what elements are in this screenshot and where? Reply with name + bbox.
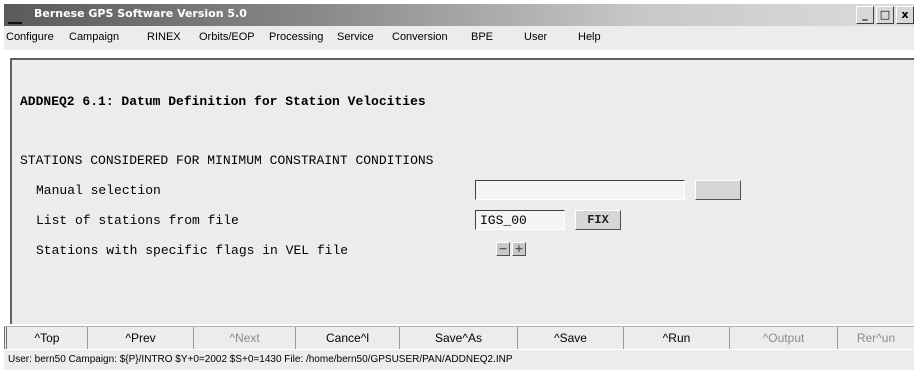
input-panel: ADDNEQ2 6.1: Datum Definition for Statio…: [10, 58, 914, 324]
next-button[interactable]: ^Next: [194, 327, 296, 349]
title-bar: Bernese GPS Software Version 5.0 _ □ x: [4, 4, 914, 26]
save-button[interactable]: ^Save: [518, 327, 624, 349]
cancel-button[interactable]: Cance^l: [296, 327, 400, 349]
minimize-button[interactable]: _: [856, 6, 874, 24]
manual-selection-label: Manual selection: [36, 183, 161, 198]
save-as-button[interactable]: Save^As: [400, 327, 518, 349]
fix-button[interactable]: FIX: [575, 210, 621, 230]
navigation-bar: ^Top ^Prev ^Next Cance^l Save^As ^Save ^…: [4, 326, 914, 349]
output-button[interactable]: ^Output: [730, 327, 838, 349]
vel-flags-label: Stations with specific flags in VEL file: [36, 243, 349, 258]
add-row-icon[interactable]: +: [512, 242, 526, 256]
manual-selection-field[interactable]: [475, 180, 685, 200]
menu-user[interactable]: User: [524, 31, 547, 43]
remove-row-icon[interactable]: −: [496, 242, 510, 256]
menu-orbits-eop[interactable]: Orbits/EOP: [199, 31, 255, 43]
menu-campaign[interactable]: Campaign: [69, 31, 119, 43]
station-file-value: IGS_00: [480, 213, 527, 228]
prev-button[interactable]: ^Prev: [88, 327, 194, 349]
section-title: STATIONS CONSIDERED FOR MINIMUM CONSTRAI…: [20, 153, 434, 168]
station-file-field[interactable]: IGS_00: [475, 210, 565, 230]
menu-help[interactable]: Help: [578, 31, 601, 43]
status-bar: User: bern50 Campaign: ${P}/INTRO $Y+0=2…: [4, 350, 914, 370]
menu-rinex[interactable]: RINEX: [147, 31, 181, 43]
maximize-button[interactable]: □: [876, 6, 894, 24]
window-controls: _ □ x: [856, 6, 914, 24]
menu-service[interactable]: Service: [337, 31, 374, 43]
close-button[interactable]: x: [896, 6, 914, 24]
rerun-button[interactable]: Rer^un: [838, 327, 914, 349]
run-button[interactable]: ^Run: [624, 327, 730, 349]
menu-configure[interactable]: Configure: [6, 31, 54, 43]
menu-bar: Configure Campaign RINEX Orbits/EOP Proc…: [4, 26, 914, 50]
app-icon: [8, 8, 22, 24]
menu-processing[interactable]: Processing: [269, 31, 323, 43]
top-button[interactable]: ^Top: [4, 327, 88, 349]
manual-selection-browse-button[interactable]: [695, 180, 741, 200]
panel-heading: ADDNEQ2 6.1: Datum Definition for Statio…: [20, 94, 426, 109]
menu-bpe[interactable]: BPE: [471, 31, 493, 43]
station-file-label: List of stations from file: [36, 213, 239, 228]
window-title: Bernese GPS Software Version 5.0: [34, 7, 247, 20]
menu-conversion[interactable]: Conversion: [392, 31, 448, 43]
